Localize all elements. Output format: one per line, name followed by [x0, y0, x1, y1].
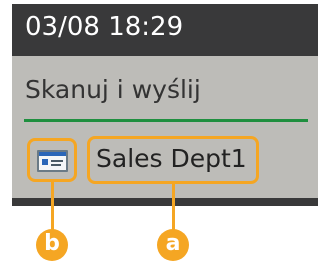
callout-b-leader: [51, 182, 54, 233]
address-book-icon-line: [51, 164, 61, 166]
function-title: Skanuj i wyślij: [25, 75, 201, 104]
callout-a-leader: [172, 184, 175, 233]
address-icon-highlight: [27, 138, 77, 182]
control-panel-illustration: 03/08 18:29 Skanuj i wyślij Sales Dept1 …: [0, 0, 324, 266]
title-divider: [24, 119, 308, 122]
address-book-icon-line: [51, 160, 63, 162]
status-time: 03/08 18:29: [25, 12, 184, 42]
callout-b-marker: b: [36, 229, 68, 261]
callout-a-marker: a: [157, 229, 189, 261]
address-book-icon-badge: [42, 159, 48, 165]
address-book-icon[interactable]: [37, 150, 68, 172]
address-book-icon-header: [39, 152, 66, 156]
lcd-bottom-band: [12, 198, 318, 206]
destination-name[interactable]: Sales Dept1: [96, 144, 247, 174]
